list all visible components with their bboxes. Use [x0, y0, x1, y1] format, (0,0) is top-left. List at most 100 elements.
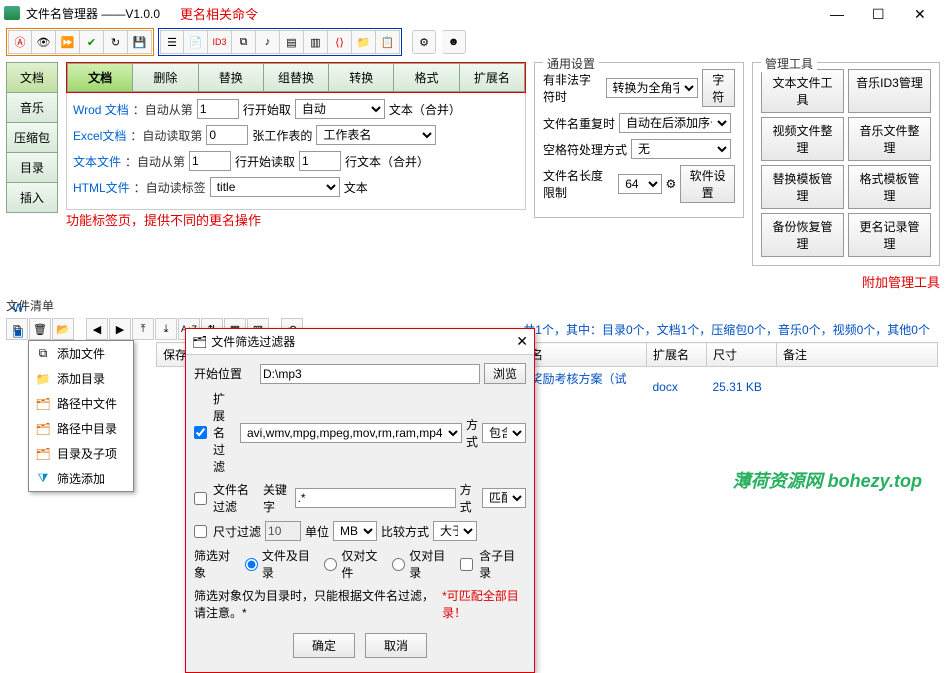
app-icon [4, 6, 20, 20]
tb-forward-icon[interactable]: ⏩ [56, 30, 80, 54]
ext-filter-check[interactable] [194, 426, 207, 439]
window-title: 文件名管理器 ——V1.0.0 [26, 5, 160, 22]
size-input [265, 521, 301, 541]
tb-list-icon[interactable]: ☰ [160, 30, 184, 54]
vtab-zip[interactable]: 压缩包 [6, 123, 58, 153]
opt-file[interactable] [324, 558, 337, 571]
menu-add-dir[interactable]: 📁添加目录 [29, 366, 133, 391]
replace-tpl-button[interactable]: 替换模板管理 [761, 165, 844, 209]
ltb-top-icon[interactable]: ⤒ [132, 318, 154, 340]
html-tag-select[interactable]: title [210, 177, 340, 197]
id3-tool-button[interactable]: 音乐ID3管理 [848, 69, 931, 113]
tb-doc-icon[interactable]: 📄 [184, 30, 208, 54]
cmp-select[interactable]: 大于 [433, 521, 477, 541]
minimize-button[interactable]: — [830, 6, 844, 20]
vtab-music[interactable]: 音乐 [6, 93, 58, 123]
ltb-trash-icon[interactable]: 🗑 [29, 318, 51, 340]
tb-code-icon[interactable]: ⟨⟩ [328, 30, 352, 54]
htab-doc[interactable]: 文档 [67, 63, 133, 92]
unit-select[interactable]: MB [333, 521, 377, 541]
excel-name-select[interactable]: 工作表名 [316, 125, 436, 145]
tb-folder-icon[interactable]: 📁 [352, 30, 376, 54]
illegal-char-select[interactable]: 转换为全角字符 [606, 78, 698, 98]
word-line-input[interactable] [197, 99, 239, 119]
word-mode-select[interactable]: 自动 [295, 99, 385, 119]
annotation-toolbar: 更名相关命令 [180, 4, 258, 23]
opt-sub[interactable] [460, 558, 473, 571]
help-icon[interactable]: ☻ [442, 30, 466, 54]
tb-refresh-icon[interactable]: ↻ [104, 30, 128, 54]
tb-eye-icon[interactable]: 👁 [32, 30, 56, 54]
filter-dialog: 🗂 文件筛选过滤器 ✕ 开始位置 浏览 扩展名过滤 avi,wmv,mpg,mp… [185, 328, 535, 673]
col-size[interactable]: 尺寸 [707, 343, 777, 367]
tb-page2-icon[interactable]: ▥ [304, 30, 328, 54]
annotation-tabs: 功能标签页，提供不同的更名操作 [66, 210, 526, 229]
excel-sheet-input[interactable] [206, 125, 248, 145]
browse-button[interactable]: 浏览 [484, 363, 526, 384]
len-select[interactable]: 64 [618, 174, 661, 194]
dialog-close-button[interactable]: ✕ [516, 333, 528, 350]
start-path-input[interactable] [260, 364, 480, 384]
dialog-cancel-button[interactable]: 取消 [365, 633, 427, 658]
ext-filter-select[interactable]: avi,wmv,mpg,mpeg,mov,rm,ram,mp4 [240, 423, 462, 443]
ltb-open-icon[interactable]: 📂 [52, 318, 74, 340]
dup-select[interactable]: 自动在后添加序号 [619, 113, 731, 133]
space-select[interactable]: 无 [631, 139, 731, 159]
ext-mode-select[interactable]: 包含 [482, 423, 526, 443]
vtab-insert[interactable]: 插入 [6, 183, 58, 213]
menu-filter-add[interactable]: ⧩筛选添加 [29, 466, 133, 491]
tb-page-icon[interactable]: ▤ [280, 30, 304, 54]
menu-path-dir[interactable]: 🗂路径中目录 [29, 416, 133, 441]
word-label: Wrod 文档 [73, 101, 129, 118]
menu-add-file[interactable]: ⧉添加文件 [29, 341, 133, 366]
col-ext[interactable]: 扩展名 [647, 343, 707, 367]
txt-start-input[interactable] [189, 151, 231, 171]
opt-both[interactable] [245, 558, 258, 571]
tb-ai-icon[interactable]: Ⓐ [8, 30, 32, 54]
name-mode-select[interactable]: 匹配 [482, 488, 526, 508]
htab-groupreplace[interactable]: 组替换 [264, 63, 329, 92]
menu-dir-sub[interactable]: 🗂目录及子项 [29, 441, 133, 466]
htab-delete[interactable]: 删除 [133, 63, 198, 92]
htab-convert[interactable]: 转换 [329, 63, 394, 92]
side-folder-icon[interactable]: ▣ [8, 322, 28, 342]
side-word-icon[interactable]: W [8, 298, 28, 318]
char-button[interactable]: 字符 [702, 69, 736, 107]
vtab-doc[interactable]: 文档 [6, 62, 58, 93]
size-filter-check[interactable] [194, 525, 207, 538]
tb-music-icon[interactable]: ♪ [256, 30, 280, 54]
menu-path-file[interactable]: 🗂路径中文件 [29, 391, 133, 416]
htab-ext[interactable]: 扩展名 [460, 63, 525, 92]
name-filter-check[interactable] [194, 492, 207, 505]
ltb-right-icon[interactable]: ▶ [109, 318, 131, 340]
keyword-input[interactable] [295, 488, 456, 508]
file-count-label: 共1个，其中：目录0个，文档1个，压缩包0个，音乐0个，视频0个，其他0个 [523, 321, 940, 338]
tb-id3-icon[interactable]: ID3 [208, 30, 232, 54]
gear-icon[interactable]: ⚙ [666, 177, 677, 191]
close-button[interactable]: ✕ [914, 6, 928, 20]
tb-check-icon[interactable]: ✔ [80, 30, 104, 54]
tb-save-icon[interactable]: 💾 [128, 30, 152, 54]
htab-format[interactable]: 格式 [394, 63, 459, 92]
text-tool-button[interactable]: 文本文件工具 [761, 69, 844, 113]
htab-replace[interactable]: 替换 [199, 63, 264, 92]
vtab-dir[interactable]: 目录 [6, 153, 58, 183]
rename-log-button[interactable]: 更名记录管理 [848, 213, 931, 257]
tb-notes-icon[interactable]: 📋 [376, 30, 400, 54]
opt-dir[interactable] [392, 558, 405, 571]
ltb-bottom-icon[interactable]: ⤓ [155, 318, 177, 340]
ltb-left-icon[interactable]: ◀ [86, 318, 108, 340]
settings-icon[interactable]: ⚙ [412, 30, 436, 54]
backup-button[interactable]: 备份恢复管理 [761, 213, 844, 257]
maximize-button[interactable]: ☐ [872, 6, 886, 20]
col-remark[interactable]: 备注 [777, 343, 938, 367]
txt-label: 文本文件 [73, 153, 121, 170]
format-tpl-button[interactable]: 格式模板管理 [848, 165, 931, 209]
txt-count-input[interactable] [299, 151, 341, 171]
tb-copy-icon[interactable]: ⧉ [232, 30, 256, 54]
video-tool-button[interactable]: 视频文件整理 [761, 117, 844, 161]
file-list-header: 文件清单 [0, 295, 946, 316]
soft-settings-button[interactable]: 软件设置 [680, 165, 735, 203]
dialog-ok-button[interactable]: 确定 [293, 633, 355, 658]
music-tool-button[interactable]: 音乐文件整理 [848, 117, 931, 161]
